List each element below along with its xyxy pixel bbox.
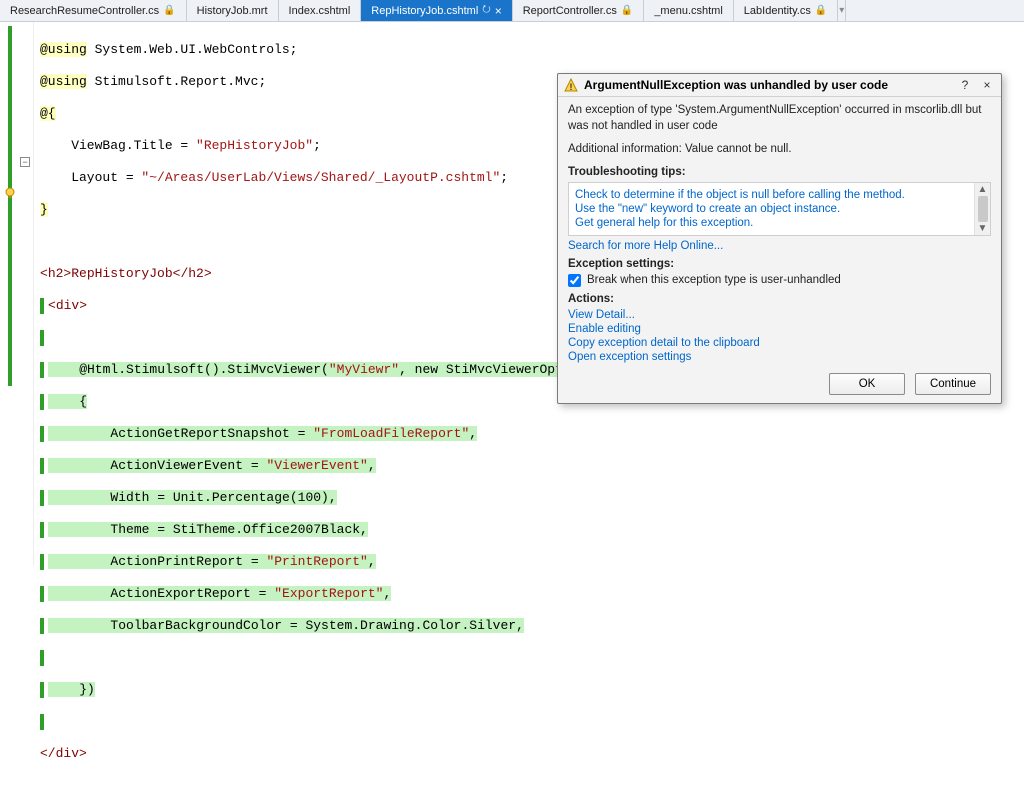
actions-heading: Actions:	[568, 293, 991, 305]
tab-lab-identity[interactable]: LabIdentity.cs 🔒	[734, 0, 839, 21]
exception-helper-header: ! ArgumentNullException was unhandled by…	[558, 74, 1001, 97]
tab-label: _menu.cshtml	[654, 5, 722, 17]
change-marker	[8, 26, 12, 386]
code-surface[interactable]: @using System.Web.UI.WebControls; @using…	[34, 22, 610, 566]
lock-icon: 🔒	[163, 5, 175, 16]
tab-label: ResearchResumeController.cs	[10, 5, 159, 17]
tab-menu[interactable]: _menu.cshtml	[644, 0, 733, 21]
fold-toggle[interactable]: −	[20, 157, 30, 167]
scroll-thumb[interactable]	[978, 196, 988, 222]
warning-icon: !	[564, 78, 578, 92]
tab-label: RepHistoryJob.cshtml	[371, 5, 478, 17]
action-open-settings[interactable]: Open exception settings	[568, 351, 991, 363]
lock-icon: 🔒	[621, 5, 633, 16]
help-icon[interactable]: ?	[957, 78, 973, 92]
continue-button[interactable]: Continue	[915, 373, 991, 395]
exception-settings-row[interactable]: Break when this exception type is user-u…	[568, 274, 991, 287]
exception-additional-info: Additional information: Value cannot be …	[568, 142, 991, 158]
exception-title: ArgumentNullException was unhandled by u…	[584, 78, 951, 92]
document-tab-bar: ResearchResumeController.cs 🔒 HistoryJob…	[0, 0, 1024, 22]
scroll-down-icon[interactable]: ▼	[978, 222, 988, 235]
exception-helper-popup: ! ArgumentNullException was unhandled by…	[557, 73, 1002, 404]
tab-overflow-button[interactable]: ▾	[838, 0, 846, 21]
tab-report-controller[interactable]: ReportController.cs 🔒	[513, 0, 645, 21]
action-enable-editing[interactable]: Enable editing	[568, 323, 991, 335]
troubleshooting-heading: Troubleshooting tips:	[568, 166, 991, 178]
scroll-up-icon[interactable]: ▲	[978, 183, 988, 196]
close-icon[interactable]: ×	[495, 4, 502, 18]
search-help-online-link[interactable]: Search for more Help Online...	[568, 240, 723, 252]
tab-history-job[interactable]: HistoryJob.mrt	[187, 0, 279, 21]
light-bulb-icon[interactable]	[3, 186, 17, 203]
svg-text:!: !	[570, 82, 573, 92]
tab-label: LabIdentity.cs	[744, 5, 811, 17]
exception-settings-heading: Exception settings:	[568, 258, 991, 270]
tab-label: HistoryJob.mrt	[197, 5, 268, 17]
tip-link[interactable]: Check to determine if the object is null…	[575, 189, 984, 201]
lock-icon: 🔒	[815, 5, 827, 16]
ok-button[interactable]: OK	[829, 373, 905, 395]
exception-description: An exception of type 'System.ArgumentNul…	[568, 103, 991, 134]
tab-index[interactable]: Index.cshtml	[279, 0, 362, 21]
tips-scrollbar[interactable]: ▲ ▼	[974, 183, 990, 235]
editor-gutter: −	[0, 22, 34, 566]
tip-link[interactable]: Get general help for this exception.	[575, 217, 984, 229]
break-on-exception-checkbox[interactable]	[568, 274, 581, 287]
close-icon[interactable]: ×	[979, 78, 995, 92]
tab-label: Index.cshtml	[289, 5, 351, 17]
action-copy-detail[interactable]: Copy exception detail to the clipboard	[568, 337, 991, 349]
tab-label: ReportController.cs	[523, 5, 617, 17]
tip-link[interactable]: Use the "new" keyword to create an objec…	[575, 203, 984, 215]
troubleshooting-tips-list: Check to determine if the object is null…	[568, 182, 991, 236]
break-on-exception-label: Break when this exception type is user-u…	[587, 274, 841, 286]
action-view-detail[interactable]: View Detail...	[568, 309, 991, 321]
pin-icon[interactable]: ⭮	[482, 2, 490, 19]
tab-research-resume-controller[interactable]: ResearchResumeController.cs 🔒	[0, 0, 187, 21]
tab-rep-history-job[interactable]: RepHistoryJob.cshtml ⭮ ×	[361, 0, 512, 21]
